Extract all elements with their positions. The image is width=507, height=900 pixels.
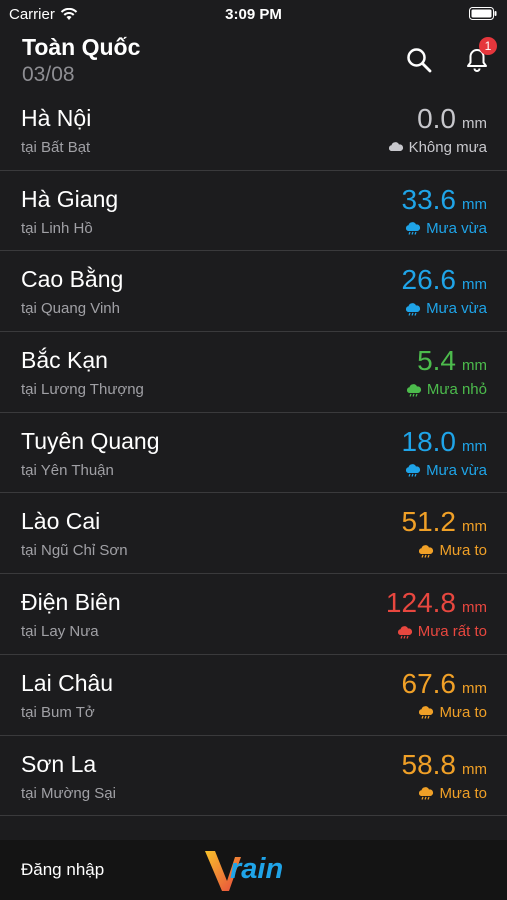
rainfall-unit: mm <box>462 437 487 455</box>
rainfall-value: 124.8 <box>385 587 456 619</box>
rainfall-value: 67.6 <box>401 667 457 699</box>
province-name: Tuyên Quang <box>21 427 160 454</box>
search-icon[interactable] <box>405 46 433 74</box>
rain-status-label: Mưa to <box>439 703 487 721</box>
station-location: tại Bum Tở <box>21 703 95 721</box>
rainfall-amount: 58.8 mm <box>402 749 488 781</box>
province-name: Cao Bằng <box>21 266 124 293</box>
rainfall-value: 18.0 <box>401 425 457 457</box>
rain-cloud-icon <box>406 464 421 477</box>
rain-cloud-icon <box>406 222 421 235</box>
rain-status-label: Mưa to <box>439 542 487 560</box>
rainfall-unit: mm <box>462 276 487 294</box>
station-location: tại Mường Sại <box>21 784 116 802</box>
rainfall-value: 26.6 <box>401 264 457 296</box>
station-row[interactable]: Hà Nội tại Bất Bạt 0.0 mm Không mưa <box>0 90 507 171</box>
station-location: tại Yên Thuận <box>21 461 114 479</box>
station-row[interactable]: Tuyên Quang tại Yên Thuận 18.0 mm Mưa vừa <box>0 413 507 494</box>
station-list: Hà Nội tại Bất Bạt 0.0 mm Không mưa Hà Giang t… <box>0 90 507 817</box>
province-name: Lai Châu <box>21 669 114 696</box>
rainfall-unit: mm <box>462 518 487 536</box>
rainfall-unit: mm <box>462 357 487 375</box>
province-name: Lào Cai <box>21 508 101 535</box>
rainfall-amount: 67.6 mm <box>402 668 488 700</box>
rain-status-label: Mưa nhỏ <box>426 381 487 399</box>
rain-status: Mưa to <box>417 704 487 721</box>
rain-status-label: Mưa rất to <box>417 623 487 641</box>
rain-cloud-icon <box>419 545 434 558</box>
rainfall-value: 5.4 <box>417 345 456 377</box>
rain-status-label: Không mưa <box>408 139 487 156</box>
rainfall-amount: 26.6 mm <box>402 264 488 296</box>
rain-status: Mưa rất to <box>396 623 487 640</box>
rainfall-value: 33.6 <box>401 183 457 215</box>
province-name: Bắc Kạn <box>21 347 108 374</box>
province-name: Sơn La <box>21 750 97 777</box>
status-time: 3:09 PM <box>225 6 282 23</box>
rain-status-label: Mưa to <box>439 784 487 802</box>
page-title: Toàn Quốc <box>22 34 141 60</box>
station-location: tại Bất Bạt <box>21 139 91 156</box>
rainfall-amount: 51.2 mm <box>402 506 488 538</box>
province-name: Hà Nội <box>21 105 92 131</box>
station-location: tại Ngũ Chỉ Sơn <box>21 542 128 560</box>
rain-cloud-icon <box>419 787 434 800</box>
date-label[interactable]: 03/08 <box>22 63 75 87</box>
rain-status: Mưa to <box>417 785 487 802</box>
rainfall-amount: 33.6 mm <box>402 184 488 216</box>
rain-status: Mưa vừa <box>404 462 487 479</box>
rain-cloud-icon <box>419 706 434 720</box>
rainfall-amount: 124.8 mm <box>386 587 487 619</box>
rain-status: Không mưa <box>387 139 487 156</box>
rain-cloud-icon <box>406 383 422 397</box>
status-bar: Carrier 3:09 PM <box>0 0 507 28</box>
station-row[interactable]: Điện Biên tại Lay Nưa 124.8 mm Mưa rất to <box>0 574 507 655</box>
footer: Đăng nhập rain <box>0 840 507 900</box>
cloud-icon <box>388 141 403 151</box>
station-location: tại Lay Nưa <box>21 623 99 641</box>
rainfall-amount: 0.0 mm <box>417 103 487 135</box>
rainfall-unit: mm <box>462 599 487 617</box>
rain-status: Mưa vừa <box>404 300 487 317</box>
battery-icon <box>469 7 497 20</box>
notification-badge: 1 <box>479 37 497 55</box>
station-row[interactable]: Sơn La tại Mường Sại 58.8 mm Mưa to <box>0 736 507 817</box>
login-button[interactable]: Đăng nhập <box>21 860 104 880</box>
logo-text: rain <box>230 853 284 885</box>
station-row[interactable]: Lào Cai tại Ngũ Chỉ Sơn 51.2 mm Mưa to <box>0 493 507 575</box>
rain-status-label: Mưa vừa <box>426 300 487 318</box>
rainfall-unit: mm <box>462 115 487 132</box>
station-location: tại Quang Vinh <box>21 300 120 318</box>
rainfall-value: 51.2 <box>401 506 457 538</box>
rainfall-amount: 18.0 mm <box>402 426 488 458</box>
station-row[interactable]: Lai Châu tại Bum Tở 67.6 mm Mưa to <box>0 655 507 736</box>
province-name: Điện Biên <box>21 589 121 616</box>
rain-status: Mưa vừa <box>404 220 487 237</box>
rain-status-label: Mưa vừa <box>426 219 487 237</box>
rain-status: Mưa to <box>417 542 487 559</box>
header: Toàn Quốc 03/08 1 <box>0 30 507 90</box>
rainfall-unit: mm <box>462 679 487 697</box>
rainfall-amount: 5.4 mm <box>417 345 487 377</box>
rain-status-label: Mưa vừa <box>426 461 487 479</box>
rainfall-value: 58.8 <box>401 748 457 780</box>
station-location: tại Lương Thượng <box>21 381 144 399</box>
station-row[interactable]: Hà Giang tại Linh Hồ 33.6 mm Mưa vừa <box>0 171 507 252</box>
province-name: Hà Giang <box>21 185 119 212</box>
rainfall-unit: mm <box>462 760 487 778</box>
rain-status: Mưa nhỏ <box>405 381 487 398</box>
rain-cloud-icon <box>397 625 412 639</box>
station-location: tại Linh Hồ <box>21 219 93 237</box>
rain-cloud-icon <box>406 303 421 316</box>
station-row[interactable]: Bắc Kạn tại Lương Thượng 5.4 mm Mưa nhỏ <box>0 332 507 413</box>
rainfall-unit: mm <box>462 195 487 213</box>
station-row[interactable]: Cao Bằng tại Quang Vinh 26.6 mm Mưa vừa <box>0 251 507 333</box>
rainfall-value: 0.0 <box>417 103 456 134</box>
